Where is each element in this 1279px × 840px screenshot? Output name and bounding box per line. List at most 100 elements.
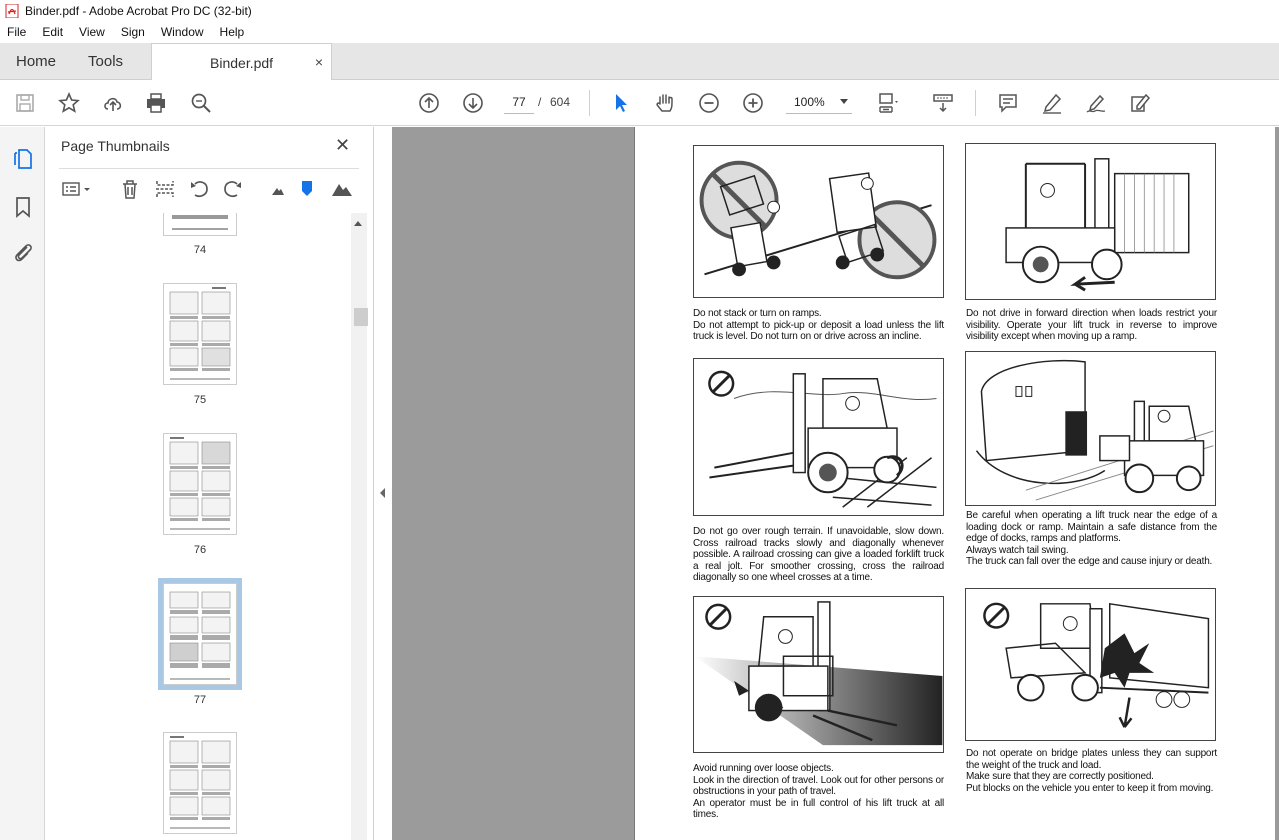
thumbnail-label: 75 bbox=[193, 394, 207, 406]
thumbnail-scrollbar[interactable] bbox=[351, 213, 368, 840]
caption-visibility: Do not drive in forward direction when l… bbox=[966, 308, 1217, 343]
close-panel-icon[interactable]: ✕ bbox=[335, 135, 350, 156]
menu-bar: File Edit View Sign Window Help bbox=[0, 22, 1279, 43]
thumbnail-toolbar bbox=[59, 175, 364, 203]
caption-line: Always watch tail swing. bbox=[966, 544, 1069, 556]
menu-edit[interactable]: Edit bbox=[34, 22, 71, 43]
hand-icon[interactable] bbox=[653, 91, 677, 115]
delete-page-icon[interactable] bbox=[119, 178, 141, 200]
rotate-right-icon[interactable] bbox=[222, 178, 244, 200]
close-tab-icon[interactable]: × bbox=[315, 54, 323, 70]
arrow-down-circle-icon[interactable] bbox=[461, 91, 485, 115]
menu-view[interactable]: View bbox=[71, 22, 113, 43]
menu-file[interactable]: File bbox=[0, 22, 34, 43]
page-number-input[interactable]: 77 bbox=[504, 90, 534, 114]
panel-divider bbox=[59, 168, 359, 169]
comment-icon[interactable] bbox=[996, 91, 1020, 115]
sign-icon[interactable] bbox=[1084, 91, 1108, 115]
page-separator: / bbox=[538, 95, 542, 109]
thumbnail-smaller-icon[interactable] bbox=[270, 178, 286, 200]
tab-tools[interactable]: Tools bbox=[72, 43, 139, 79]
attachment-icon[interactable] bbox=[11, 240, 35, 264]
pdf-page: Do not stack or turn on ramps. Do not at… bbox=[634, 127, 1275, 840]
illustration-loading-dock bbox=[965, 351, 1216, 506]
caption-line: Do not attempt to pick-up or deposit a l… bbox=[693, 319, 944, 343]
star-icon[interactable] bbox=[57, 91, 81, 115]
caption-line: The truck can fall over the edge and cau… bbox=[966, 556, 1213, 568]
page-total: 604 bbox=[550, 95, 571, 109]
thumbnail-page[interactable] bbox=[163, 213, 237, 236]
menu-window[interactable]: Window bbox=[153, 22, 212, 43]
main-toolbar bbox=[0, 80, 1279, 126]
title-bar: Binder.pdf - Adobe Acrobat Pro DC (32-bi… bbox=[0, 0, 1279, 22]
illustration-ramp bbox=[693, 145, 944, 298]
scroll-up-icon[interactable] bbox=[354, 221, 362, 226]
thumbnail-size-slider-icon[interactable] bbox=[299, 178, 315, 200]
caption-bridge-plate: Do not operate on bridge plates unless t… bbox=[966, 748, 1217, 794]
caption-loose-objects: Avoid running over loose objects. Look i… bbox=[693, 763, 944, 821]
print-icon[interactable] bbox=[144, 91, 168, 115]
tab-home[interactable]: Home bbox=[0, 43, 72, 79]
zoom-search-icon[interactable] bbox=[189, 91, 213, 115]
panel-splitter[interactable] bbox=[374, 127, 392, 840]
caption-line: Do not operate on bridge plates unless t… bbox=[966, 748, 1217, 771]
caption-line: Avoid running over loose objects. bbox=[693, 763, 834, 774]
tab-document[interactable]: Binder.pdf × bbox=[151, 43, 333, 81]
tab-bar: Home Tools Binder.pdf × bbox=[0, 43, 1279, 81]
edit-document-icon[interactable] bbox=[1128, 91, 1152, 115]
arrow-up-circle-icon[interactable] bbox=[417, 91, 441, 115]
zoom-out-icon[interactable] bbox=[697, 91, 721, 115]
caption-line: Do not go over rough terrain. If unavoid… bbox=[693, 526, 944, 584]
upload-icon[interactable] bbox=[101, 91, 125, 115]
caption-line: Do not stack or turn on ramps. bbox=[693, 308, 822, 319]
thumbnail-list[interactable]: 74 75 76 77 bbox=[45, 213, 350, 840]
caption-line: Make sure that they are correctly positi… bbox=[966, 771, 1154, 783]
illustration-loose-objects bbox=[693, 596, 944, 753]
bookmark-icon[interactable] bbox=[11, 195, 35, 219]
window-title: Binder.pdf - Adobe Acrobat Pro DC (32-bi… bbox=[25, 4, 252, 18]
caption-loading-dock: Be careful when operating a lift truck n… bbox=[966, 510, 1217, 568]
thumbnail-page[interactable] bbox=[163, 732, 237, 834]
rotate-left-icon[interactable] bbox=[188, 178, 210, 200]
document-canvas[interactable]: Do not stack or turn on ramps. Do not at… bbox=[392, 127, 1279, 840]
illustration-bridge-plate bbox=[965, 588, 1216, 741]
thumbnail-page-selected[interactable] bbox=[158, 578, 242, 690]
caption-railroad: Do not go over rough terrain. If unavoid… bbox=[693, 526, 944, 584]
caption-line: Look in the direction of travel. Look ou… bbox=[693, 774, 944, 798]
zoom-in-icon[interactable] bbox=[741, 91, 765, 115]
left-rail bbox=[0, 127, 45, 840]
highlight-pen-icon[interactable] bbox=[1040, 91, 1064, 115]
collapse-panel-icon[interactable] bbox=[380, 488, 385, 498]
zoom-select[interactable]: 100% bbox=[786, 90, 852, 114]
menu-help[interactable]: Help bbox=[212, 22, 253, 43]
save-icon[interactable] bbox=[13, 91, 37, 115]
illustration-railroad bbox=[693, 358, 944, 516]
thumbnail-page[interactable] bbox=[163, 433, 237, 535]
thumbnail-label: 77 bbox=[193, 694, 207, 706]
toolbar-divider bbox=[589, 90, 590, 116]
caption-line: Put blocks on the vehicle you enter to k… bbox=[966, 782, 1214, 794]
thumbnail-page[interactable] bbox=[163, 283, 237, 385]
caption-ramp: Do not stack or turn on ramps. Do not at… bbox=[693, 308, 944, 343]
caption-line: Do not drive in forward direction when l… bbox=[966, 308, 1217, 343]
toolbar-divider bbox=[975, 90, 976, 116]
thumbnail-larger-icon[interactable] bbox=[331, 178, 353, 200]
scrollbar-thumb[interactable] bbox=[354, 308, 368, 326]
illustration-visibility bbox=[965, 143, 1216, 300]
caption-line: Be careful when operating a lift truck n… bbox=[966, 510, 1217, 545]
thumbnails-panel: Page Thumbnails ✕ 74 75 76 77 bbox=[45, 127, 374, 840]
zoom-value: 100% bbox=[794, 95, 825, 109]
menu-sign[interactable]: Sign bbox=[113, 22, 153, 43]
panel-title: Page Thumbnails bbox=[61, 138, 170, 154]
fit-page-icon[interactable] bbox=[876, 91, 900, 115]
thumbnail-label: 74 bbox=[193, 244, 207, 256]
scroll-mode-icon[interactable] bbox=[931, 91, 955, 115]
page-thumbnails-icon[interactable] bbox=[11, 147, 35, 171]
options-menu-icon[interactable] bbox=[61, 178, 93, 200]
acrobat-logo-icon bbox=[5, 4, 19, 18]
insert-page-icon[interactable] bbox=[154, 178, 176, 200]
tab-document-label: Binder.pdf bbox=[210, 54, 274, 71]
thumbnail-label: 76 bbox=[193, 544, 207, 556]
caption-line: An operator must be in full control of h… bbox=[693, 797, 944, 821]
cursor-arrow-icon[interactable] bbox=[609, 91, 633, 115]
